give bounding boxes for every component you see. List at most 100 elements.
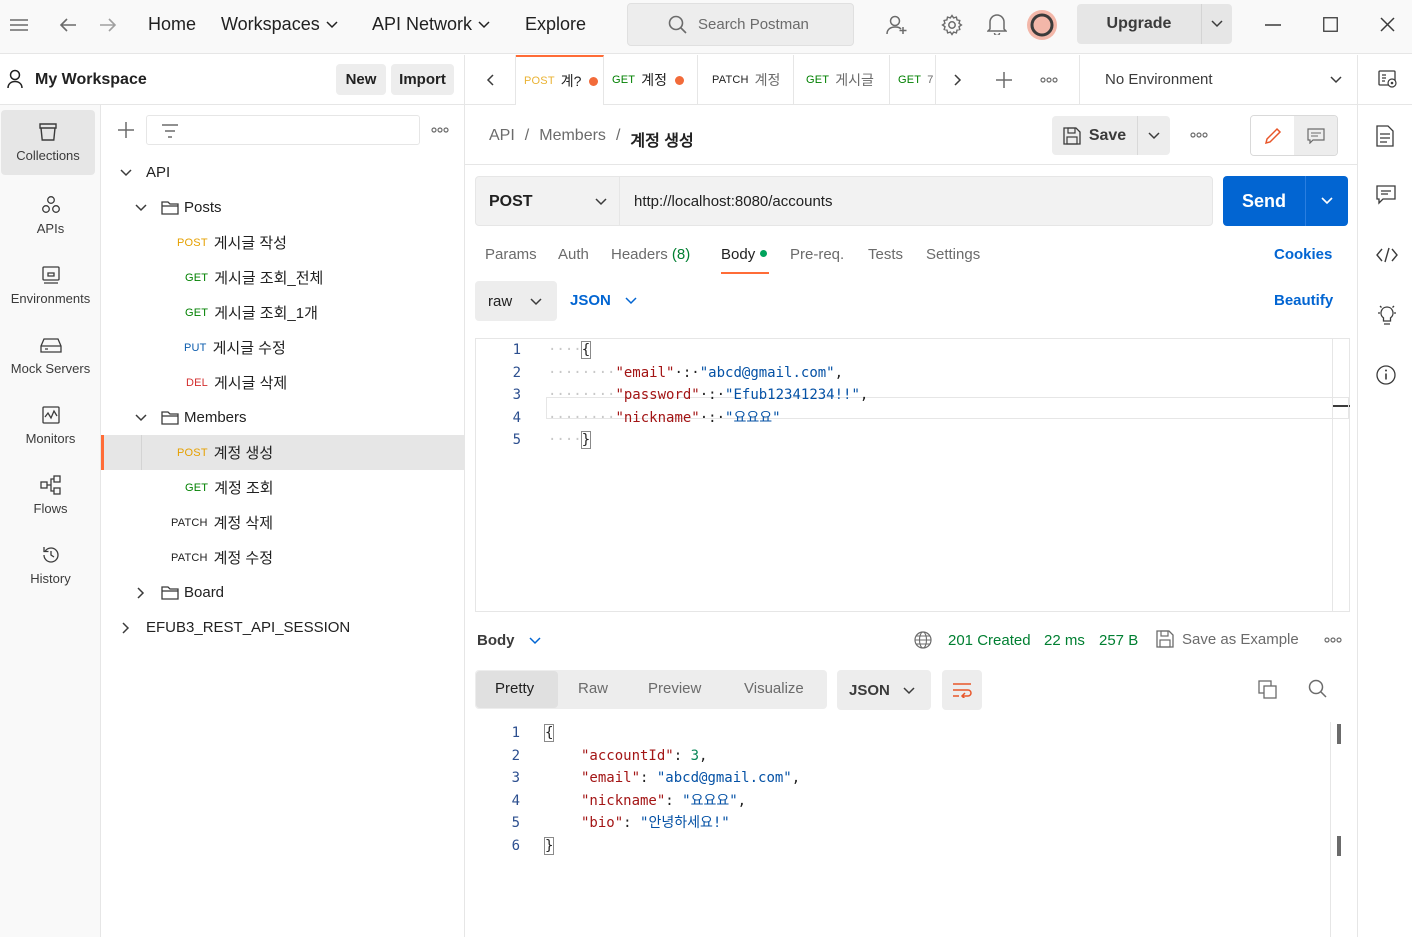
more-options-icon[interactable] xyxy=(1324,637,1342,643)
more-options-icon[interactable] xyxy=(1190,132,1208,138)
tab-pretty[interactable]: Pretty xyxy=(495,680,534,697)
tree-folder-members[interactable]: Members xyxy=(101,400,464,435)
request-body-code[interactable]: ····{ ········"email"·:·"abcd@gmail.com"… xyxy=(548,339,868,452)
tab-prereq[interactable]: Pre-req. xyxy=(790,246,844,263)
more-tabs-icon[interactable] xyxy=(1040,77,1058,83)
tree-folder-posts[interactable]: Posts xyxy=(101,190,464,225)
tab[interactable]: GET 게시글 xyxy=(794,55,890,105)
tab-headers[interactable]: Headers (8) xyxy=(611,246,690,263)
tab-auth[interactable]: Auth xyxy=(558,246,589,263)
search-input[interactable]: Search Postman xyxy=(627,3,854,46)
lightbulb-icon[interactable] xyxy=(1376,303,1398,327)
tree-request-selected[interactable]: POST 계정 생성 xyxy=(101,435,464,470)
tab-preview[interactable]: Preview xyxy=(648,680,701,697)
body-language-select[interactable]: JSON xyxy=(570,292,637,309)
new-tab-icon[interactable] xyxy=(995,71,1013,89)
tab-visualize[interactable]: Visualize xyxy=(744,680,804,697)
rail-monitors[interactable]: Monitors xyxy=(0,393,101,457)
info-icon[interactable] xyxy=(1376,365,1396,385)
save-button[interactable]: Save xyxy=(1052,116,1170,155)
tree-collection-api[interactable]: API xyxy=(101,155,464,190)
tree-request[interactable]: POST 게시글 작성 xyxy=(101,225,464,260)
edit-mode-button[interactable] xyxy=(1251,116,1294,155)
url-input[interactable]: http://localhost:8080/accounts xyxy=(634,193,832,210)
nav-explore[interactable]: Explore xyxy=(525,14,586,35)
avatar[interactable] xyxy=(1026,9,1058,41)
tab-body[interactable]: Body xyxy=(721,246,768,263)
chevron-down-icon[interactable] xyxy=(1202,4,1232,44)
nav-workspaces[interactable]: Workspaces xyxy=(221,14,338,35)
tabs-scroll-left[interactable] xyxy=(465,55,516,105)
editor-scrollbar[interactable] xyxy=(1332,339,1350,611)
tab-settings[interactable]: Settings xyxy=(926,246,980,263)
response-format-select[interactable]: JSON xyxy=(837,670,931,710)
send-button[interactable]: Send xyxy=(1223,176,1348,226)
method-select[interactable]: POST xyxy=(476,177,620,225)
tab[interactable]: GET 7 xyxy=(890,55,935,105)
tab[interactable]: GET 계정 xyxy=(604,55,698,105)
tab[interactable]: PATCH 계정 xyxy=(698,55,794,105)
upgrade-button[interactable]: Upgrade xyxy=(1077,4,1232,44)
scrollbar-thumb[interactable] xyxy=(1337,836,1341,856)
breadcrumb-current[interactable]: 계정 생성 xyxy=(630,127,693,151)
tree-request[interactable]: GET 계정 조회 xyxy=(101,470,464,505)
response-body-viewer[interactable]: 1 2 3 4 5 6 { "accountId": 3, "email": "… xyxy=(475,722,1357,937)
wrap-lines-button[interactable] xyxy=(942,670,982,710)
response-size[interactable]: 257 B xyxy=(1099,632,1138,649)
copy-icon[interactable] xyxy=(1258,680,1278,700)
maximize-icon[interactable] xyxy=(1323,17,1338,32)
nav-api-network[interactable]: API Network xyxy=(372,14,490,35)
comment-mode-button[interactable] xyxy=(1294,116,1337,155)
tab-params[interactable]: Params xyxy=(485,246,537,263)
send-label[interactable]: Send xyxy=(1223,176,1306,226)
rail-environments[interactable]: Environments xyxy=(0,253,101,317)
tab-tests[interactable]: Tests xyxy=(868,246,903,263)
tree-collection-session[interactable]: EFUB3_REST_API_SESSION xyxy=(101,610,464,645)
documentation-icon[interactable] xyxy=(1376,125,1394,147)
invite-user-icon[interactable] xyxy=(886,14,908,36)
tab-raw[interactable]: Raw xyxy=(578,680,608,697)
search-icon[interactable] xyxy=(1308,679,1328,699)
rail-apis[interactable]: APIs xyxy=(0,183,101,247)
rail-flows[interactable]: Flows xyxy=(0,463,101,527)
scrollbar-thumb[interactable] xyxy=(1337,724,1341,744)
new-button[interactable]: New xyxy=(336,64,386,95)
rail-collections[interactable]: Collections xyxy=(1,110,95,175)
chevron-down-icon[interactable] xyxy=(1138,116,1170,155)
workspace-name[interactable]: My Workspace xyxy=(35,71,147,89)
tree-request[interactable]: GET 게시글 조회_전체 xyxy=(101,260,464,295)
tree-request[interactable]: GET 게시글 조회_1개 xyxy=(101,295,464,330)
tree-request[interactable]: PATCH 계정 수정 xyxy=(101,540,464,575)
tab-active[interactable]: POST 계? xyxy=(516,55,604,105)
environment-quicklook[interactable] xyxy=(1358,55,1412,105)
forward-arrow-icon[interactable] xyxy=(99,17,117,33)
save-as-example-button[interactable]: Save as Example xyxy=(1156,630,1299,648)
gear-icon[interactable] xyxy=(941,14,963,36)
body-mode-select[interactable]: raw xyxy=(475,281,557,321)
close-icon[interactable] xyxy=(1380,17,1395,32)
tree-request[interactable]: DEL 게시글 삭제 xyxy=(101,365,464,400)
status-code[interactable]: 201 Created xyxy=(948,632,1031,649)
chevron-down-icon[interactable] xyxy=(1306,176,1348,226)
bell-icon[interactable] xyxy=(987,13,1007,35)
rail-history[interactable]: History xyxy=(0,533,101,597)
tabs-scroll-right[interactable] xyxy=(935,55,980,105)
comments-icon[interactable] xyxy=(1376,185,1396,205)
beautify-link[interactable]: Beautify xyxy=(1274,292,1333,309)
rail-mock-servers[interactable]: Mock Servers xyxy=(0,323,101,387)
response-view-select[interactable]: Body xyxy=(477,632,541,649)
save-main[interactable]: Save xyxy=(1052,116,1138,155)
breadcrumb-folder[interactable]: Members xyxy=(539,127,606,151)
code-icon[interactable] xyxy=(1376,247,1398,263)
request-body-editor[interactable]: 1 2 3 4 5 ····{ ········"email"·:·"abcd@… xyxy=(475,338,1350,612)
more-options-icon[interactable] xyxy=(431,127,449,133)
tree-request[interactable]: PUT 게시글 수정 xyxy=(101,330,464,365)
breadcrumb-root[interactable]: API xyxy=(489,127,515,151)
upgrade-label[interactable]: Upgrade xyxy=(1077,4,1202,44)
tree-request[interactable]: PATCH 계정 삭제 xyxy=(101,505,464,540)
nav-home[interactable]: Home xyxy=(148,14,196,35)
globe-icon[interactable] xyxy=(914,631,932,649)
tree-folder-board[interactable]: Board xyxy=(101,575,464,610)
filter-input[interactable] xyxy=(146,115,420,145)
environment-selector[interactable]: No Environment xyxy=(1079,55,1357,105)
